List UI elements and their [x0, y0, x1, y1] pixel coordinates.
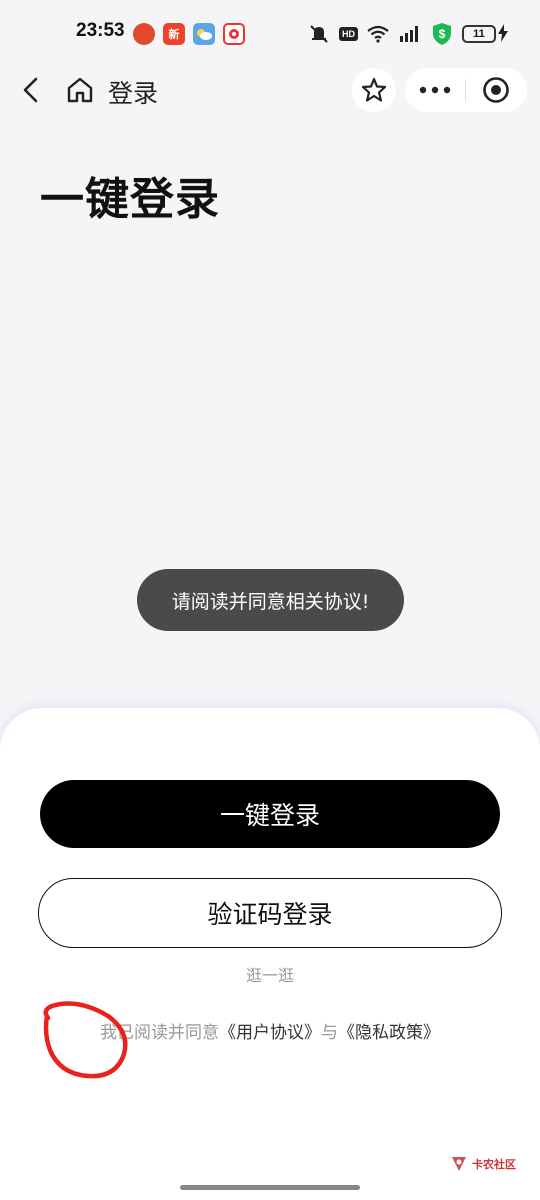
- xin-app-icon: 新: [163, 23, 185, 45]
- back-arrow-icon: [23, 77, 38, 103]
- mute-icon: [310, 25, 328, 43]
- nav-title: 登录: [108, 79, 159, 108]
- svg-text:$: $: [439, 27, 446, 41]
- user-agreement-link[interactable]: 《用户协议》: [219, 1023, 321, 1043]
- signal-icon: [400, 26, 418, 42]
- page-title: 一键登录: [40, 174, 220, 225]
- home-indicator[interactable]: [180, 1185, 360, 1190]
- close-mini-program-button[interactable]: [466, 68, 526, 112]
- star-icon: [361, 77, 387, 102]
- notification-icons: 新: [133, 23, 245, 45]
- watermark-text: 卡农社区: [472, 1158, 516, 1171]
- red-annotation-circle: [43, 1001, 128, 1079]
- nav-bar: 登录: [0, 64, 540, 116]
- toast-message: 请阅读并同意相关协议!: [137, 569, 404, 631]
- agreement-and: 与: [321, 1023, 338, 1043]
- status-time: 23:53: [76, 20, 125, 41]
- wifi-icon: [367, 25, 389, 43]
- hd-badge: HD: [339, 27, 358, 41]
- shield-icon: $: [433, 23, 451, 45]
- one-click-login-button[interactable]: 一键登录: [40, 780, 500, 848]
- login-sheet: 一键登录 验证码登录 逛一逛 我已阅读并同意《用户协议》与《隐私政策》: [0, 708, 540, 1200]
- target-close-icon: [483, 77, 509, 103]
- home-icon: [67, 77, 93, 103]
- privacy-policy-link[interactable]: 《隐私政策》: [338, 1023, 440, 1043]
- status-right: HD $ 11: [308, 22, 496, 46]
- charging-icon: [498, 24, 508, 42]
- more-dots-icon: [419, 86, 451, 94]
- battery-indicator: 11: [462, 25, 496, 43]
- weather-icon: [193, 23, 215, 45]
- mini-program-capsule: [405, 68, 527, 112]
- watermark: 卡农社区: [450, 1155, 516, 1173]
- browse-link[interactable]: 逛一逛: [0, 962, 540, 986]
- kanong-logo-icon: [452, 1157, 466, 1171]
- game-app-icon: [223, 23, 245, 45]
- home-button[interactable]: [62, 72, 98, 108]
- sms-code-login-button[interactable]: 验证码登录: [38, 878, 502, 948]
- back-button[interactable]: [14, 72, 50, 108]
- more-button[interactable]: [405, 68, 465, 112]
- agreement-text: 我已阅读并同意《用户协议》与《隐私政策》: [100, 1018, 440, 1043]
- status-bar: 23:53 新 HD $ 11: [0, 0, 540, 68]
- red-app-icon: [133, 23, 155, 45]
- favorite-button[interactable]: [352, 68, 396, 112]
